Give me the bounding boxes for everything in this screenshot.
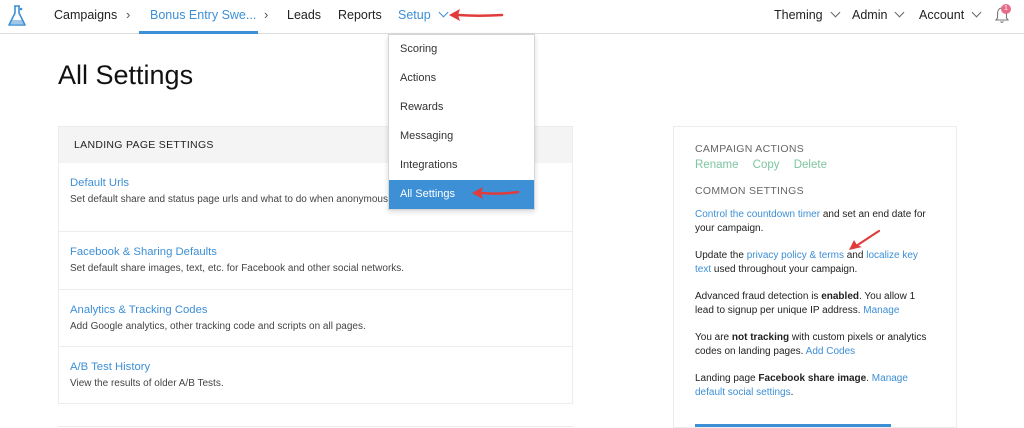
campaign-action-links: Rename Copy Delete [695,159,935,171]
privacy-paragraph: Update the privacy policy & terms and lo… [695,249,935,277]
menu-item-scoring[interactable]: Scoring [389,35,534,64]
privacy-terms-link[interactable]: privacy policy & terms [747,250,844,261]
chevron-down-icon [971,7,982,18]
fraud-status: enabled [821,291,859,302]
share-end-text: . [790,387,794,398]
nav-campaign-name[interactable]: Bonus Entry Swe... [150,8,256,22]
breadcrumb-chevron-icon: › [264,7,269,22]
manage-fraud-link[interactable]: Manage [863,305,899,316]
chevron-down-icon [438,7,449,18]
setup-dropdown-menu: Scoring Actions Rewards Messaging Integr… [388,34,535,210]
share-image-label: Facebook share image [758,373,867,384]
nav-setup[interactable]: Setup [398,7,449,22]
share-prefix-text: Landing page [695,373,759,384]
menu-item-rewards[interactable]: Rewards [389,93,534,122]
countdown-paragraph: Control the countdown timer and set an e… [695,208,935,236]
nav-setup-label: Setup [398,8,431,22]
tracking-prefix-text: You are [695,332,732,343]
setting-item: Facebook & Sharing Defaults Set default … [59,232,572,290]
nav-leads[interactable]: Leads [287,8,321,22]
rename-link[interactable]: Rename [695,159,738,171]
divider [58,426,573,427]
nav-theming-label: Theming [774,8,823,22]
setting-link-facebook-sharing[interactable]: Facebook & Sharing Defaults [70,246,561,258]
setting-link-ab-test-history[interactable]: A/B Test History [70,361,561,373]
menu-item-all-settings[interactable]: All Settings [389,180,534,209]
campaign-side-panel: CAMPAIGN ACTIONS Rename Copy Delete COMM… [673,126,957,428]
nav-reports[interactable]: Reports [338,8,382,22]
countdown-timer-link[interactable]: Control the countdown timer [695,209,820,220]
delete-link[interactable]: Delete [794,159,827,171]
panel-button[interactable] [695,424,891,427]
active-tab-indicator [139,31,258,34]
setting-description: Add Google analytics, other tracking cod… [70,321,366,332]
setting-item: A/B Test History View the results of old… [59,347,572,404]
menu-item-integrations[interactable]: Integrations [389,151,534,180]
setting-item: Analytics & Tracking Codes Add Google an… [59,290,572,347]
update-suffix-text: used throughout your campaign. [711,264,858,275]
and-text: and [843,250,867,261]
chevron-down-icon [830,7,841,18]
page-title: All Settings [58,60,194,90]
copy-link[interactable]: Copy [753,159,780,171]
tracking-status: not tracking [731,332,790,343]
nav-account[interactable]: Account [919,7,982,22]
setting-link-analytics-tracking[interactable]: Analytics & Tracking Codes [70,304,561,316]
breadcrumb-chevron-icon: › [126,7,131,22]
tracking-paragraph: You are not tracking with custom pixels … [695,331,935,359]
menu-item-actions[interactable]: Actions [389,64,534,93]
nav-theming[interactable]: Theming [774,7,841,22]
fraud-prefix-text: Advanced fraud detection is [695,291,822,302]
nav-admin[interactable]: Admin [852,7,905,22]
setting-description: View the results of older A/B Tests. [70,378,224,389]
update-prefix-text: Update the [695,250,747,261]
common-settings-heading: COMMON SETTINGS [695,185,804,197]
campaign-actions-heading: CAMPAIGN ACTIONS [695,143,805,155]
notification-badge: 1 [1001,4,1011,14]
menu-item-messaging[interactable]: Messaging [389,122,534,151]
nav-admin-label: Admin [852,8,888,22]
setting-description: Set default share images, text, etc. for… [70,263,405,274]
share-image-paragraph: Landing page Facebook share image. Manag… [695,372,935,400]
flask-logo-icon[interactable] [6,4,28,28]
nav-account-label: Account [919,8,965,22]
nav-campaigns[interactable]: Campaigns [54,8,117,22]
top-navigation: Campaigns › Bonus Entry Swe... › Leads R… [0,0,1024,34]
add-codes-link[interactable]: Add Codes [806,346,855,357]
fraud-paragraph: Advanced fraud detection is enabled. You… [695,290,935,318]
chevron-down-icon [894,7,905,18]
